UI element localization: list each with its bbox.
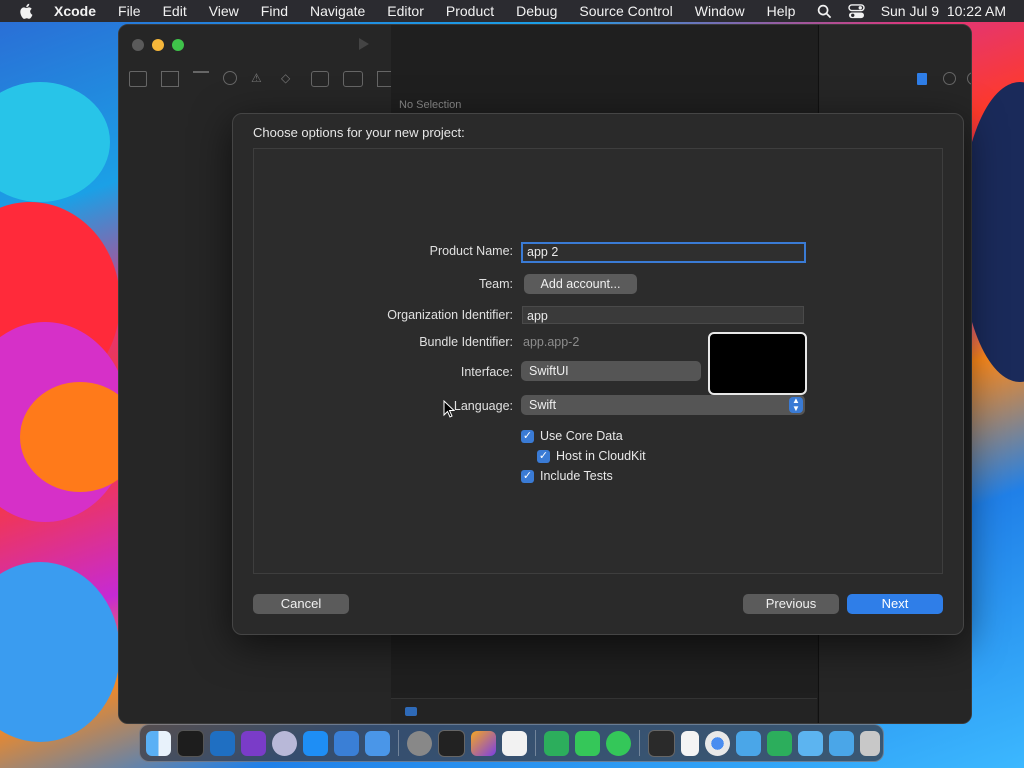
include-tests-label: Include Tests: [540, 469, 613, 483]
mouse-cursor-icon: [443, 400, 455, 418]
add-account-button[interactable]: Add account...: [524, 274, 637, 294]
terminal-icon[interactable]: [177, 729, 204, 757]
app-store-icon[interactable]: [303, 730, 328, 756]
team-label: Team:: [478, 277, 513, 291]
xcode-icon[interactable]: [334, 730, 359, 756]
folder-icon[interactable]: [736, 730, 761, 756]
close-window-button[interactable]: [132, 39, 144, 51]
source-control-navigator-icon[interactable]: [161, 71, 179, 87]
menu-edit[interactable]: Edit: [163, 3, 187, 19]
bundle-identifier-label: Bundle Identifier:: [419, 335, 513, 349]
menu-view[interactable]: View: [209, 3, 239, 19]
product-name-label: Product Name:: [429, 244, 513, 258]
symbol-navigator-icon[interactable]: [193, 71, 209, 87]
next-button[interactable]: Next: [847, 594, 943, 614]
organization-identifier-label: Organization Identifier:: [387, 308, 513, 322]
issue-navigator-icon[interactable]: ⚠: [251, 71, 267, 85]
dock: [139, 724, 884, 762]
trash-icon[interactable]: [860, 730, 880, 756]
language-popup-value: Swift: [529, 398, 557, 412]
popup-stepper-icon: ▲ ▼: [789, 397, 803, 413]
menu-debug[interactable]: Debug: [516, 3, 557, 19]
finder-icon[interactable]: [146, 730, 171, 756]
menu-file[interactable]: File: [118, 3, 141, 19]
sourcetree-2-icon[interactable]: [767, 730, 792, 756]
dock-separator: [639, 730, 640, 756]
editor-bottom-bar: [391, 698, 817, 723]
history-inspector-icon[interactable]: [943, 72, 956, 85]
folder-2-icon[interactable]: [829, 730, 854, 756]
use-core-data-checkbox[interactable]: ✓: [521, 430, 534, 443]
spotlight-search-icon[interactable]: [817, 4, 832, 19]
product-name-field[interactable]: app 2: [521, 242, 806, 263]
breakpoint-navigator-icon[interactable]: [343, 71, 363, 87]
bundle-identifier-value: app.app-2: [523, 335, 580, 349]
organization-identifier-field[interactable]: app: [522, 306, 804, 324]
reminders-icon[interactable]: [502, 730, 527, 756]
xcode-beta-icon[interactable]: [365, 730, 390, 756]
zoom-window-button[interactable]: [172, 39, 184, 51]
console-icon[interactable]: [648, 729, 675, 757]
host-in-cloudkit-label: Host in CloudKit: [556, 449, 646, 463]
language-popup[interactable]: Swift ▲ ▼: [521, 395, 805, 415]
previous-button[interactable]: Previous: [743, 594, 839, 614]
messages-icon[interactable]: [606, 730, 631, 756]
dock-separator: [398, 730, 399, 756]
menu-product[interactable]: Product: [446, 3, 494, 19]
chrome-icon[interactable]: [705, 730, 730, 756]
activity-monitor-icon[interactable]: [438, 729, 465, 757]
visual-studio-icon[interactable]: [241, 730, 266, 756]
help-inspector-icon[interactable]: [967, 72, 971, 85]
menubar-clock[interactable]: Sun Jul 9 10:22 AM: [881, 3, 1006, 19]
test-navigator-icon[interactable]: ◇: [281, 71, 297, 85]
debug-navigator-icon[interactable]: [311, 71, 329, 87]
menu-navigate[interactable]: Navigate: [310, 3, 365, 19]
cancel-button[interactable]: Cancel: [253, 594, 349, 614]
navigator-tabs: ⚠ ◇: [129, 71, 395, 87]
downloads-folder-icon[interactable]: [798, 730, 823, 756]
facetime-icon[interactable]: [575, 730, 600, 756]
project-navigator-icon[interactable]: [129, 71, 147, 87]
stack-icon[interactable]: [471, 730, 496, 756]
sheet-title: Choose options for your new project:: [253, 125, 465, 140]
interface-label: Interface:: [460, 365, 513, 379]
host-in-cloudkit-checkbox[interactable]: ✓: [537, 450, 550, 463]
find-navigator-icon[interactable]: [223, 71, 237, 85]
no-selection-label: No Selection: [399, 99, 462, 111]
interface-popup[interactable]: SwiftUI: [521, 361, 701, 381]
menu-help[interactable]: Help: [767, 3, 796, 19]
vscode-icon[interactable]: [210, 730, 235, 756]
overlay-preview-box: [708, 332, 807, 395]
file-inspector-icon[interactable]: [917, 73, 927, 85]
menu-source-control[interactable]: Source Control: [579, 3, 672, 19]
language-label: Language:: [453, 399, 513, 413]
new-project-options-sheet: Choose options for your new project: Pro…: [232, 113, 964, 635]
bbedit-icon[interactable]: [272, 730, 297, 756]
apple-menu-icon[interactable]: [18, 2, 36, 20]
document-icon[interactable]: [681, 730, 699, 756]
interface-popup-value: SwiftUI: [529, 364, 569, 378]
system-settings-icon[interactable]: [407, 730, 432, 756]
menu-find[interactable]: Find: [261, 3, 288, 19]
menu-window[interactable]: Window: [695, 3, 745, 19]
menu-editor[interactable]: Editor: [387, 3, 424, 19]
menu-bar: Xcode File Edit View Find Navigate Edito…: [0, 0, 1024, 22]
sourcetree-icon[interactable]: [544, 730, 569, 756]
dock-separator: [535, 730, 536, 756]
menu-app-name[interactable]: Xcode: [54, 3, 96, 19]
control-center-icon[interactable]: [847, 3, 865, 19]
run-button-icon[interactable]: [357, 37, 371, 51]
include-tests-checkbox[interactable]: ✓: [521, 470, 534, 483]
minimize-window-button[interactable]: [152, 39, 164, 51]
folder-icon[interactable]: [405, 707, 417, 716]
use-core-data-label: Use Core Data: [540, 429, 623, 443]
